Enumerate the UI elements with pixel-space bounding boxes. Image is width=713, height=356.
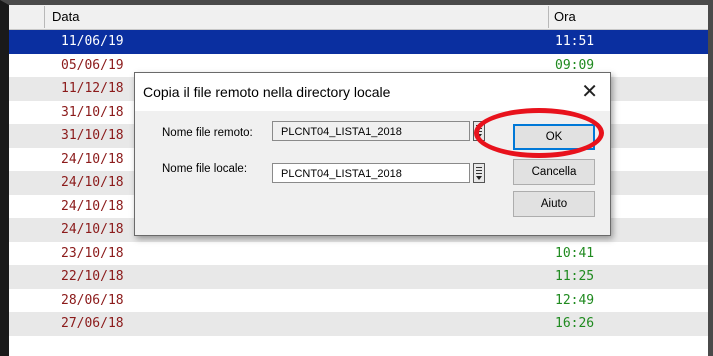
table-row[interactable]: 22/10/18 11:25 [9, 265, 708, 289]
time-cell: 11:25 [555, 269, 595, 284]
local-file-label: Nome file locale: [162, 163, 248, 175]
time-cell: 11:51 [555, 34, 595, 49]
time-cell: 16:26 [555, 316, 595, 331]
date-cell: 23/10/18 [61, 245, 124, 261]
time-cell: 12:49 [555, 292, 595, 308]
date-cell: 22/10/18 [61, 269, 124, 284]
column-header-data[interactable]: Data [52, 5, 79, 29]
date-cell: 27/06/18 [61, 316, 124, 331]
help-button[interactable]: Aiuto [513, 191, 595, 217]
local-file-input[interactable]: PLCNT04_LISTA1_2018 [272, 163, 470, 183]
remote-file-browse-icon[interactable] [473, 121, 485, 141]
date-cell: 28/06/18 [61, 292, 124, 308]
close-icon[interactable]: ✕ [581, 79, 598, 104]
local-file-browse-icon[interactable] [473, 163, 485, 183]
date-cell: 24/10/18 [61, 222, 124, 237]
table-row[interactable]: 27/06/18 16:26 [9, 312, 708, 336]
date-cell: 11/06/19 [61, 34, 124, 49]
table-header: Data Ora [9, 5, 708, 30]
date-cell: 31/10/18 [61, 128, 124, 143]
header-separator[interactable] [548, 6, 549, 28]
date-cell: 05/06/19 [61, 57, 124, 73]
time-cell: 10:41 [555, 245, 595, 261]
date-cell: 31/10/18 [61, 104, 124, 120]
column-header-ora[interactable]: Ora [554, 5, 576, 29]
header-separator[interactable] [44, 6, 45, 28]
remote-file-field[interactable]: PLCNT04_LISTA1_2018 [272, 121, 470, 141]
copy-file-dialog: Copia il file remoto nella directory loc… [134, 72, 611, 236]
date-cell: 24/10/18 [61, 198, 124, 214]
remote-file-label: Nome file remoto: [162, 127, 253, 139]
table-row[interactable]: 23/10/18 10:41 [9, 241, 708, 265]
dialog-titlebar: Copia il file remoto nella directory loc… [135, 73, 610, 111]
date-cell: 24/10/18 [61, 175, 124, 190]
dialog-title: Copia il file remoto nella directory loc… [143, 84, 391, 100]
cancel-button[interactable]: Cancella [513, 159, 595, 185]
table-row[interactable]: 11/06/19 11:51 [9, 30, 708, 54]
ok-button[interactable]: OK [513, 124, 595, 150]
date-cell: 11/12/18 [61, 81, 124, 96]
table-row[interactable]: 28/06/18 12:49 [9, 288, 708, 312]
date-cell: 24/10/18 [61, 151, 124, 167]
